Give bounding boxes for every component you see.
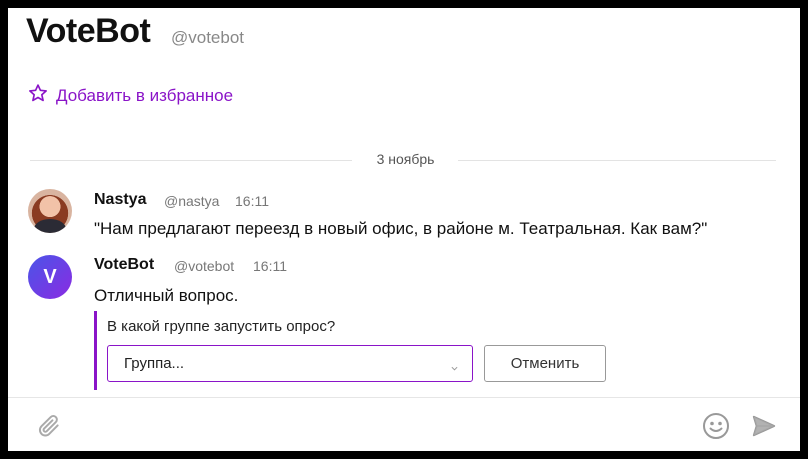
- avatar-votebot[interactable]: V: [28, 255, 72, 299]
- paper-plane-icon[interactable]: [751, 413, 777, 444]
- bot-handle: @votebot: [171, 28, 245, 47]
- page-title: VoteBot: [26, 12, 151, 50]
- message-author[interactable]: VoteBot: [94, 256, 154, 274]
- message-text: "Нам предлагают переезд в новый офис, в …: [94, 219, 708, 238]
- add-to-favorites-label: Добавить в избранное: [56, 85, 234, 105]
- message-text: Отличный вопрос.: [94, 286, 239, 305]
- date-divider-line-left: [30, 160, 352, 161]
- add-to-favorites-button[interactable]: Добавить в избранное: [28, 83, 233, 108]
- chevron-down-icon: [451, 359, 458, 371]
- chat-window: VoteBot @votebot Добавить в избранное 3 …: [8, 8, 800, 451]
- date-divider: 3 ноябрь: [376, 151, 435, 167]
- date-divider-line-right: [458, 160, 776, 161]
- group-select-value: Группа...: [124, 355, 185, 372]
- paperclip-icon[interactable]: [36, 413, 62, 444]
- composer-divider: [8, 397, 800, 398]
- message-time: 16:11: [235, 193, 269, 209]
- poll-question: В какой группе запустить опрос?: [107, 318, 336, 335]
- poll-accent-bar: [94, 311, 97, 390]
- message-author[interactable]: Nastya: [94, 191, 146, 209]
- message-handle: @nastya: [164, 193, 220, 209]
- star-outline-icon: [28, 83, 48, 108]
- cancel-button[interactable]: Отменить: [484, 345, 606, 382]
- smiley-icon[interactable]: [702, 412, 730, 445]
- avatar-nastya[interactable]: [28, 189, 72, 233]
- group-select[interactable]: Группа...: [107, 345, 473, 382]
- message-time: 16:11: [253, 258, 287, 274]
- message-handle: @votebot: [174, 258, 235, 274]
